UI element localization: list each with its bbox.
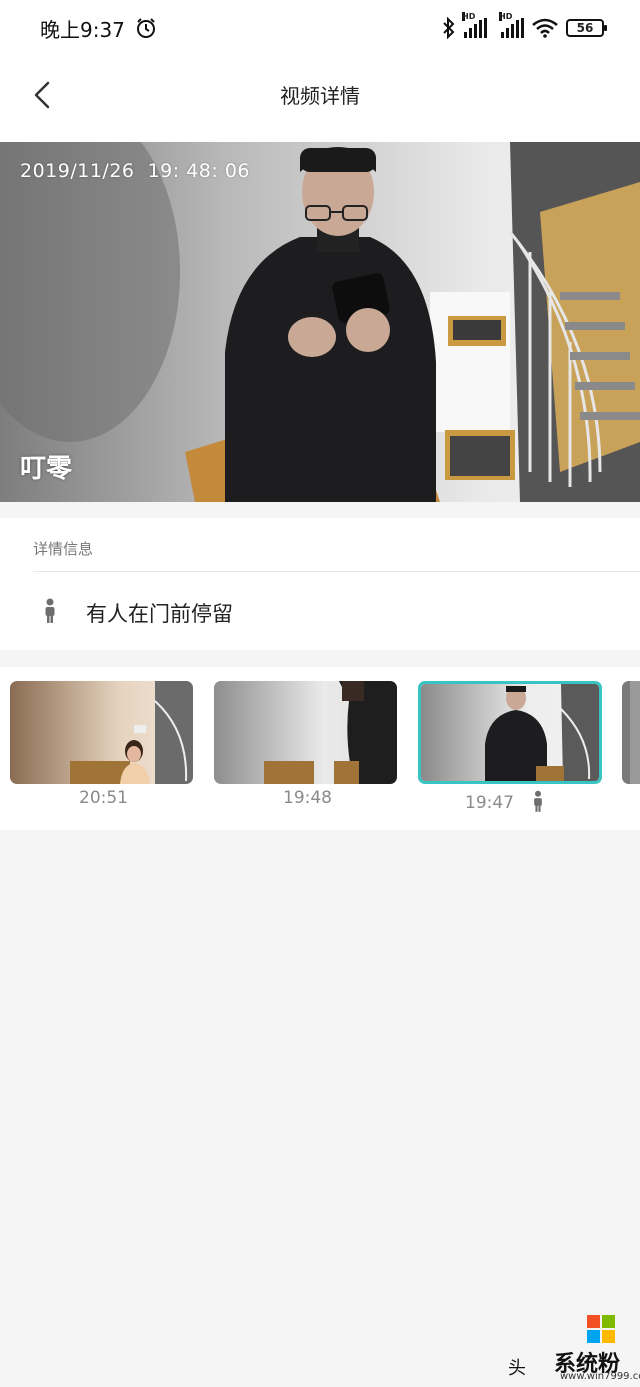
signal-hd-icon: HD: [499, 12, 524, 38]
page-title: 视频详情: [280, 84, 360, 108]
thumbnail-image: [10, 681, 193, 784]
video-watermark: 叮零: [20, 454, 73, 484]
nav-bar: 视频详情: [0, 56, 640, 142]
thumbnail-image: [622, 681, 640, 784]
thumbnail-strip: 20:51 19:48 19:47: [0, 667, 640, 830]
signal-hd-icon: HD: [462, 12, 487, 38]
site-prefix: 头: [508, 1358, 526, 1379]
bluetooth-icon: [443, 17, 455, 39]
thumbnail-time: 19:48: [283, 788, 332, 808]
thumbnail-time: 20:51: [79, 788, 128, 808]
windows-logo-icon: [587, 1315, 615, 1343]
wifi-icon: [532, 18, 558, 38]
status-left: 晚上9:37: [40, 14, 157, 43]
event-description: 有人在门前停留: [86, 602, 233, 626]
person-icon: [45, 598, 55, 623]
status-right: HD HD 56: [442, 12, 607, 39]
thumbnail-image: [421, 684, 599, 781]
divider: [33, 571, 640, 572]
battery-icon: 56: [566, 19, 607, 37]
thumbnail-item-selected[interactable]: [418, 681, 602, 784]
battery-level: 56: [576, 21, 594, 35]
site-url: www.win7999.com: [560, 1371, 640, 1382]
thumbnail-image: [214, 681, 397, 784]
video-player[interactable]: 2019/11/26 19: 48: 06 叮零: [0, 142, 640, 502]
thumbnail-time: 19:47: [465, 793, 514, 813]
status-bar: 晚上9:37 HD HD 56: [0, 0, 640, 56]
video-frame: [0, 142, 640, 502]
thumbnail-item[interactable]: [622, 681, 640, 784]
person-icon: [534, 790, 542, 812]
thumbnail-item[interactable]: [10, 681, 193, 784]
video-timestamp: 2019/11/26 19: 48: 06: [20, 160, 251, 182]
alarm-icon: [136, 18, 155, 38]
status-time: 晚上9:37: [40, 17, 125, 42]
details-header: 详情信息: [33, 540, 94, 558]
details-card: 详情信息 有人在门前停留: [0, 518, 640, 650]
thumbnail-item[interactable]: [214, 681, 397, 784]
